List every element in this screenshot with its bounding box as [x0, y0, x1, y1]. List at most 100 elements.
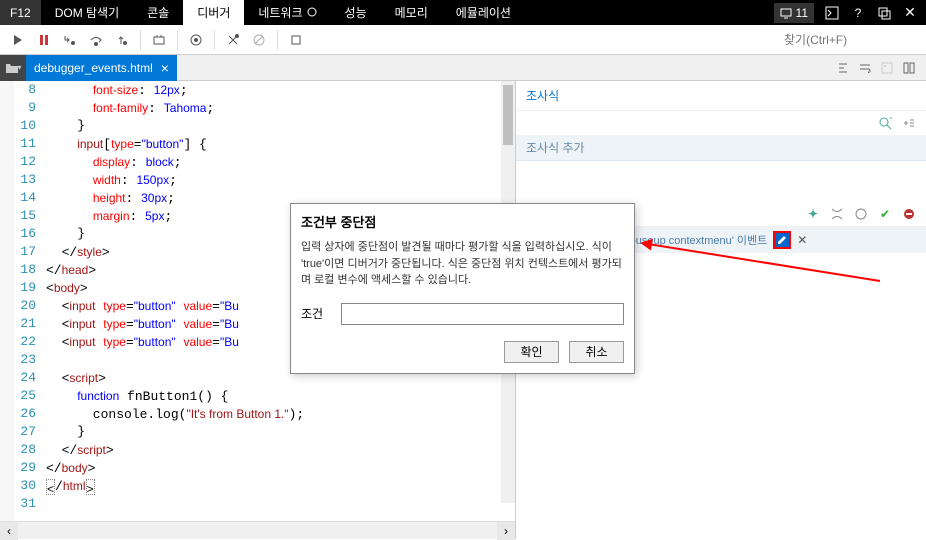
line-number: 13	[14, 171, 36, 189]
main-tab-5[interactable]: 메모리	[381, 0, 442, 25]
code-line[interactable]: </script>	[42, 441, 515, 459]
line-number: 8	[14, 81, 36, 99]
code-line[interactable]	[42, 495, 515, 513]
search-container	[310, 29, 920, 51]
breakpoint-gutter[interactable]	[0, 81, 14, 521]
pause-button[interactable]	[32, 28, 56, 52]
line-number: 11	[14, 135, 36, 153]
enable-bp-icon[interactable]: ✔	[878, 207, 892, 221]
code-line[interactable]: display: block;	[42, 153, 515, 171]
record-icon	[303, 6, 317, 20]
main-tab-3[interactable]: 네트워크	[244, 0, 330, 25]
line-number: 21	[14, 315, 36, 333]
add-watch-icon[interactable]: +	[878, 116, 892, 130]
help-icon[interactable]: ?	[850, 5, 866, 21]
dom-breakpoint-button[interactable]	[221, 28, 245, 52]
code-line[interactable]: }	[42, 117, 515, 135]
undock-icon[interactable]	[876, 5, 892, 21]
scroll-left-icon[interactable]: ‹	[0, 522, 18, 540]
svg-text:+: +	[889, 116, 892, 125]
pretty-print-icon[interactable]	[836, 61, 850, 75]
line-number: 31	[14, 495, 36, 513]
main-tab-4[interactable]: 성능	[331, 0, 381, 25]
line-number: 14	[14, 189, 36, 207]
error-count-badge[interactable]: 11	[774, 3, 814, 23]
line-number: 22	[14, 333, 36, 351]
code-line[interactable]: input[type="button"] {	[42, 135, 515, 153]
code-line[interactable]: font-size: 12px;	[42, 81, 515, 99]
line-number: 25	[14, 387, 36, 405]
delete-bp-icon[interactable]	[902, 207, 916, 221]
edit-breakpoint-icon[interactable]	[773, 231, 791, 249]
watch-toolbar: +	[516, 111, 926, 135]
cancel-button[interactable]: 취소	[569, 341, 624, 363]
f12-label: F12	[0, 0, 41, 25]
line-number: 12	[14, 153, 36, 171]
break-exception-button[interactable]	[184, 28, 208, 52]
line-number: 17	[14, 243, 36, 261]
file-tab-bar: ▾ debugger_events.html ×	[0, 55, 926, 81]
library-code-icon[interactable]	[902, 61, 916, 75]
add-xhr-bp-icon[interactable]	[830, 207, 844, 221]
disable-breakpoints-button[interactable]	[247, 28, 271, 52]
error-count: 11	[796, 6, 808, 20]
line-number: 26	[14, 405, 36, 423]
condition-input[interactable]	[341, 303, 624, 325]
line-number: 28	[14, 441, 36, 459]
just-my-code-button[interactable]	[284, 28, 308, 52]
line-number: 27	[14, 423, 36, 441]
main-tabs: DOM 탐색기콘솔디버거네트워크성능메모리에뮬레이션	[41, 0, 525, 25]
monitor-icon	[780, 7, 792, 19]
line-number: 9	[14, 99, 36, 117]
line-number: 18	[14, 261, 36, 279]
break-new-worker-button[interactable]	[147, 28, 171, 52]
step-out-button[interactable]	[110, 28, 134, 52]
line-number: 23	[14, 351, 36, 369]
main-tab-6[interactable]: 에뮬레이션	[442, 0, 525, 25]
delete-breakpoint-icon[interactable]: ✕	[797, 233, 807, 247]
code-line[interactable]: font-family: Tahoma;	[42, 99, 515, 117]
code-line[interactable]: </body>	[42, 459, 515, 477]
code-line[interactable]: function fnButton1() {	[42, 387, 515, 405]
step-over-button[interactable]	[84, 28, 108, 52]
code-line[interactable]: console.log("It's from Button 1.");	[42, 405, 515, 423]
file-tab-label: debugger_events.html	[34, 61, 153, 75]
code-line[interactable]: width: 150px;	[42, 171, 515, 189]
main-tab-2[interactable]: 디버거	[183, 0, 244, 25]
dialog-message: 입력 상자에 중단점이 발견될 때마다 평가할 식을 입력하십시오. 식이 't…	[291, 239, 634, 297]
line-number: 30	[14, 477, 36, 495]
close-icon[interactable]: ✕	[902, 5, 918, 21]
delete-watch-icon[interactable]	[902, 116, 916, 130]
word-wrap-icon[interactable]	[858, 61, 872, 75]
debugger-toolbar	[0, 25, 926, 55]
watch-header[interactable]: 조사식	[516, 81, 926, 111]
file-tab-active[interactable]: debugger_events.html ×	[26, 55, 177, 81]
line-number: 16	[14, 225, 36, 243]
main-tab-1[interactable]: 콘솔	[133, 0, 183, 25]
watch-add-row[interactable]: 조사식 추가	[516, 135, 926, 161]
step-into-button[interactable]	[58, 28, 82, 52]
line-number-gutter: 8910111213141516171819202122232425262728…	[14, 81, 42, 521]
line-number: 20	[14, 297, 36, 315]
open-file-button[interactable]: ▾	[0, 55, 26, 81]
console-toggle-icon[interactable]	[824, 5, 840, 21]
file-tab-close[interactable]: ×	[161, 60, 169, 76]
line-number: 15	[14, 207, 36, 225]
code-line[interactable]: }	[42, 423, 515, 441]
search-input[interactable]	[780, 29, 920, 51]
toggle-bp-icon[interactable]	[854, 207, 868, 221]
conditional-breakpoint-dialog: 조건부 중단점 입력 상자에 중단점이 발견될 때마다 평가할 식을 입력하십시…	[290, 203, 635, 374]
main-tab-0[interactable]: DOM 탐색기	[41, 0, 133, 25]
add-event-bp-icon[interactable]: ✦	[806, 207, 820, 221]
code-line[interactable]: </html>	[42, 477, 515, 495]
ok-button[interactable]: 확인	[504, 341, 559, 363]
line-number: 19	[14, 279, 36, 297]
horizontal-scrollbar[interactable]: ‹ ›	[0, 521, 515, 539]
line-number: 10	[14, 117, 36, 135]
line-number: 29	[14, 459, 36, 477]
devtools-titlebar: F12 DOM 탐색기콘솔디버거네트워크성능메모리에뮬레이션 11 ? ✕	[0, 0, 926, 25]
continue-button[interactable]	[6, 28, 30, 52]
condition-label: 조건	[301, 305, 331, 322]
source-map-icon[interactable]	[880, 61, 894, 75]
scroll-right-icon[interactable]: ›	[497, 522, 515, 540]
